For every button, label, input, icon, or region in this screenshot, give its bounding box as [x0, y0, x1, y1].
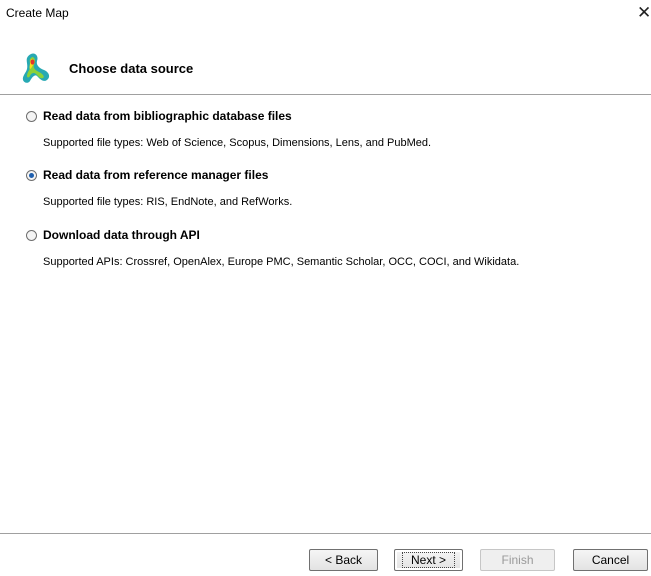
wizard-header: Choose data source — [0, 46, 651, 94]
radio-reference-manager[interactable] — [26, 169, 37, 181]
header-divider — [0, 94, 651, 95]
cancel-button[interactable]: Cancel — [573, 549, 648, 571]
close-icon[interactable]: ✕ — [637, 3, 651, 23]
option-description: Supported file types: RIS, EndNote, and … — [43, 196, 293, 208]
option-label[interactable]: Download data through API — [43, 228, 200, 242]
option-reference-manager[interactable]: Read data from reference manager files — [26, 167, 268, 183]
option-label[interactable]: Read data from reference manager files — [43, 168, 268, 182]
radio-download-api[interactable] — [26, 229, 37, 241]
window-title: Create Map — [6, 6, 69, 20]
title-bar: Create Map ✕ — [0, 0, 651, 28]
finish-button[interactable]: Finish — [480, 549, 555, 571]
option-label[interactable]: Read data from bibliographic database fi… — [43, 109, 292, 123]
next-button[interactable]: Next > — [394, 549, 463, 571]
radio-bibliographic-database[interactable] — [26, 110, 37, 122]
back-button[interactable]: < Back — [309, 549, 378, 571]
footer-divider — [0, 533, 651, 534]
option-description: Supported APIs: Crossref, OpenAlex, Euro… — [43, 256, 520, 268]
option-description: Supported file types: Web of Science, Sc… — [43, 137, 432, 149]
option-bibliographic-database[interactable]: Read data from bibliographic database fi… — [26, 108, 292, 124]
vosviewer-logo-icon — [22, 51, 52, 85]
next-button-label[interactable]: Next > — [401, 552, 455, 568]
page-title: Choose data source — [69, 61, 194, 76]
option-download-api[interactable]: Download data through API — [26, 227, 200, 243]
